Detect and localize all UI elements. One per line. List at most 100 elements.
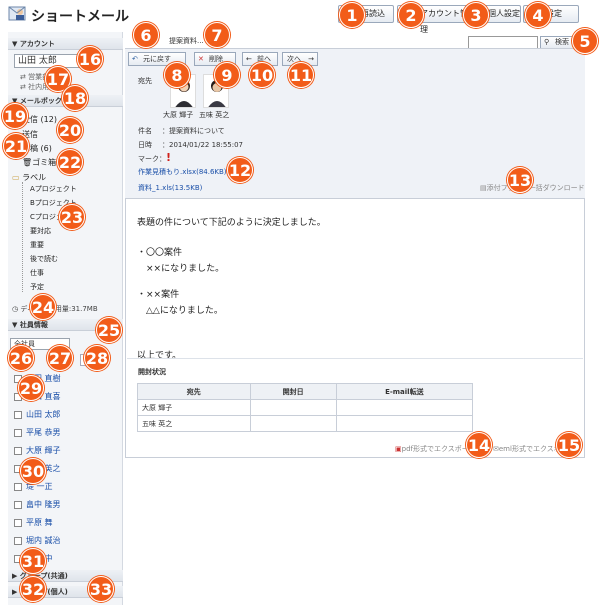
tab-message-label: 提案資料... — [169, 37, 204, 45]
label-item-later[interactable]: 後で読む — [30, 254, 58, 264]
body-line: ××になりました。 — [137, 264, 225, 274]
table-cell — [335, 399, 474, 416]
recipient-name[interactable]: 五味 英之 — [199, 110, 229, 120]
account-management-label: アカウント管理 — [420, 9, 468, 34]
marker-13: 13 — [507, 167, 533, 193]
employee-name: 堀内 誠治 — [26, 536, 61, 545]
label-item-work[interactable]: 仕事 — [30, 268, 44, 278]
search-icon: ⚲ — [544, 38, 550, 46]
mailbox-trash[interactable]: 🗑ゴミ箱 — [22, 157, 56, 168]
marker-21: 21 — [3, 133, 29, 159]
employee-checkbox[interactable] — [14, 428, 22, 437]
employee-checkbox[interactable] — [14, 536, 22, 545]
body-line: ・〇〇案件 — [137, 248, 183, 258]
marker-19: 19 — [2, 103, 28, 129]
employee-row[interactable]: 堀内 誠治 — [14, 535, 119, 546]
marker-10: 10 — [249, 62, 275, 88]
employee-row[interactable]: 平尾 恭男 — [14, 427, 119, 438]
employee-checkbox[interactable] — [14, 500, 22, 509]
marker-9: 9 — [214, 62, 240, 88]
employee-checkbox[interactable] — [14, 482, 22, 491]
read-status-title: 開封状況 — [138, 368, 166, 376]
employee-name: 平原 舞 — [26, 518, 53, 527]
body-line: ・××案件 — [137, 290, 180, 300]
label-item-a[interactable]: Aプロジェクト — [30, 184, 77, 194]
marker-12: 12 — [227, 157, 253, 183]
marker-6: 6 — [133, 22, 159, 48]
employee-name: 山田 太郎 — [26, 410, 61, 419]
date-label: 日時 — [138, 141, 152, 149]
pdf-icon: ▣ — [395, 445, 402, 453]
account-section-header[interactable]: ▼ アカウント — [8, 38, 123, 50]
attachment-icon: ▤ — [480, 184, 487, 192]
marker-29: 29 — [18, 375, 44, 401]
download-all-label: 添付ファイル一括ダウンロード — [486, 184, 585, 192]
marker-5: 5 — [572, 28, 598, 54]
app-header: ショートメール 再読込 アカウント管理 個人設定 設定 — [0, 0, 600, 34]
label-item-important[interactable]: 重要 — [30, 240, 44, 250]
recipient-name[interactable]: 大原 輝子 — [163, 110, 193, 120]
marker-31: 31 — [20, 548, 46, 574]
marker-25: 25 — [96, 317, 122, 343]
mailbox-labels-label: ラベル — [22, 173, 47, 182]
mailbox-labels[interactable]: ▭ ラベル — [12, 172, 46, 183]
employee-row[interactable]: 平原 舞 — [14, 517, 119, 528]
marker-32: 32 — [20, 576, 46, 602]
table-cell: 五味 英之 — [137, 415, 251, 432]
attachment-link[interactable]: 作業見積もり.xlsx(84.6KB) — [138, 167, 227, 177]
download-all-link[interactable]: ▤添付ファイル一括ダウンロード — [480, 183, 585, 193]
employee-name: 大原 輝子 — [26, 446, 61, 455]
marker-30: 30 — [20, 458, 46, 484]
account-link-internal[interactable]: ⇄ 社内用 — [20, 82, 49, 92]
label-item-action[interactable]: 要対応 — [30, 226, 51, 236]
table-header-row: 宛先 開封日 E-mail転送 — [137, 383, 474, 400]
short-mail-screen: { "app": { "title": "ショートメール" }, "toolba… — [0, 0, 600, 605]
body-line: 表題の件について下記のように決定しました。 — [137, 218, 326, 228]
back-label: 元に戻す — [143, 55, 171, 63]
attachment-link[interactable]: 資料_1.xls(13.5KB) — [138, 183, 202, 193]
table-cell — [249, 399, 337, 416]
exclamation-mark-icon[interactable]: ! — [166, 151, 171, 164]
employee-checkbox[interactable] — [14, 410, 22, 419]
marker-2: 2 — [398, 2, 424, 28]
marker-16: 16 — [77, 46, 103, 72]
employee-row[interactable]: 山田 太郎 — [14, 409, 119, 420]
arrow-left-icon: ← — [246, 55, 252, 63]
marker-1: 1 — [339, 2, 365, 28]
table-cell: 大原 輝子 — [137, 399, 251, 416]
employee-name: 畠中 隆男 — [26, 500, 61, 509]
marker-23: 23 — [59, 204, 85, 230]
marker-20: 20 — [57, 117, 83, 143]
personal-settings-label: 個人設定 — [488, 9, 520, 18]
employee-row[interactable]: 畠中 隆男 — [14, 499, 119, 510]
marker-11: 11 — [288, 62, 314, 88]
table-row: 大原 輝子 — [137, 399, 474, 416]
column-header: 開封日 — [249, 383, 337, 400]
employee-row[interactable]: 大原 輝子 — [14, 445, 119, 456]
marker-22: 22 — [57, 149, 83, 175]
mailbox-trash-label: ゴミ箱 — [32, 158, 57, 167]
employee-header-label: 社員情報 — [19, 321, 48, 329]
marker-27: 27 — [47, 345, 73, 371]
label-item-schedule[interactable]: 予定 — [30, 282, 44, 292]
marker-14: 14 — [466, 432, 492, 458]
marker-4: 4 — [525, 2, 551, 28]
marker-26: 26 — [8, 345, 34, 371]
subject-label: 件名 — [138, 127, 152, 135]
export-pdf-link[interactable]: ▣pdf形式でエクスポート — [395, 444, 476, 454]
clock-icon: ◷ — [12, 305, 19, 313]
employee-checkbox[interactable] — [14, 446, 22, 455]
arrow-right-icon: → — [308, 55, 314, 63]
account-header-label: アカウント — [19, 40, 55, 48]
marker-18: 18 — [62, 85, 88, 111]
subject-value: ：提案資料について — [162, 127, 225, 135]
employee-checkbox[interactable] — [14, 518, 22, 527]
app-title: ショートメール — [31, 9, 129, 25]
marker-28: 28 — [84, 345, 110, 371]
body-line: △△になりました。 — [137, 306, 223, 316]
delete-label: 削除 — [209, 55, 223, 63]
search-button-label: 検索 — [555, 38, 569, 46]
marker-8: 8 — [164, 62, 190, 88]
folder-icon: ▭ — [12, 173, 20, 182]
marker-33: 33 — [88, 576, 114, 602]
